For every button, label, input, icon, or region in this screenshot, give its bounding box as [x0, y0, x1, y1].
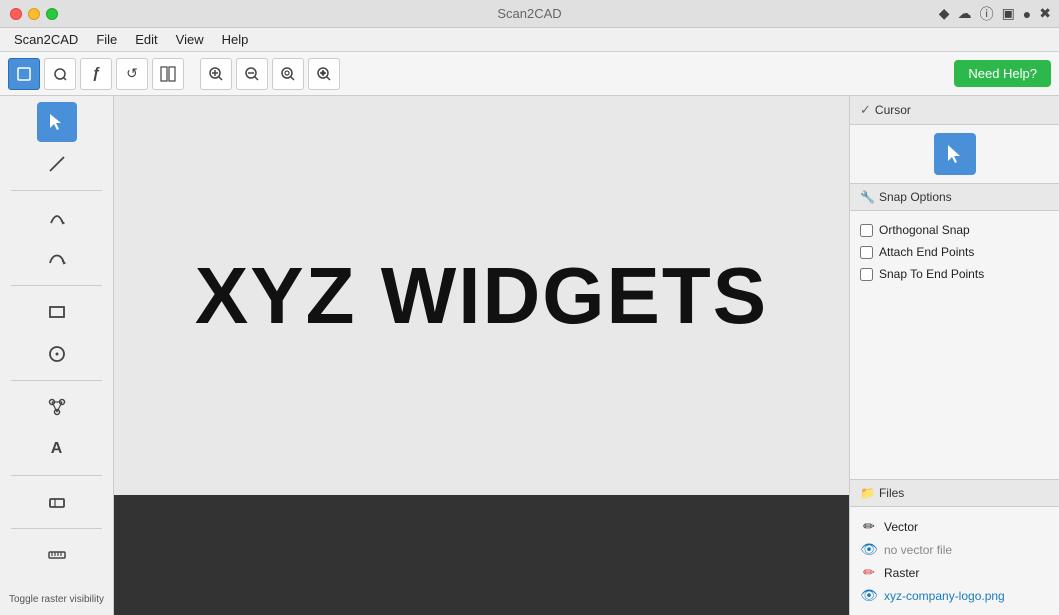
right-panel: ✓ Cursor 🔧 Snap Options Orthogonal Snap …: [849, 96, 1059, 615]
orthogonal-snap-checkbox[interactable]: [860, 224, 873, 237]
maximize-button[interactable]: [46, 8, 58, 20]
screen-icon[interactable]: ▣: [1002, 5, 1015, 22]
snap-to-end-points-checkbox[interactable]: [860, 268, 873, 281]
vector-label: Vector: [884, 520, 918, 534]
cursor-header-label: Cursor: [875, 103, 911, 117]
cursor-checkmark-icon: ✓: [860, 102, 871, 118]
tool-lasso[interactable]: [44, 58, 76, 90]
cursor-section-header: ✓ Cursor: [850, 96, 1059, 125]
sidebar-divider-5: [11, 528, 101, 529]
snap-icon: 🔧: [860, 190, 875, 204]
snap-header-label: Snap Options: [879, 190, 952, 204]
cloud-icon[interactable]: ☁: [958, 5, 972, 22]
canvas-area[interactable]: XYZ WIDGETS: [114, 96, 849, 615]
canvas-raster-area: [114, 495, 849, 615]
toggle-raster-label[interactable]: Toggle raster visibility: [5, 590, 108, 609]
menu-help[interactable]: Help: [214, 30, 257, 49]
no-vector-row: 👁 no vector file: [860, 538, 1049, 561]
formula-icon: ƒ: [92, 65, 100, 82]
toolbar: ƒ ↺ Need Help?: [0, 52, 1059, 96]
raster-row: ✏ Raster: [860, 561, 1049, 584]
panel-spacer: [850, 293, 1059, 479]
snap-options-section: Orthogonal Snap Attach End Points Snap T…: [850, 211, 1059, 293]
snap-to-end-points-option[interactable]: Snap To End Points: [860, 263, 1049, 285]
raster-filename: xyz-company-logo.png: [884, 589, 1005, 603]
files-section-header: 📁 Files: [850, 479, 1059, 507]
tool-line[interactable]: [37, 144, 77, 184]
split-button[interactable]: [152, 58, 184, 90]
zoom-out-button[interactable]: [236, 58, 268, 90]
tool-circle[interactable]: [37, 334, 77, 374]
orthogonal-snap-label: Orthogonal Snap: [879, 223, 970, 237]
tool-select[interactable]: [37, 102, 77, 142]
left-sidebar: A Toggle raster visibility: [0, 96, 114, 615]
tool-erase[interactable]: [37, 482, 77, 522]
clock-icon[interactable]: ●: [1023, 6, 1031, 22]
main-area: A Toggle raster visibility XYZ WIDGETS ✓…: [0, 96, 1059, 615]
tool-node[interactable]: [37, 387, 77, 427]
menubar: Scan2CAD File Edit View Help: [0, 28, 1059, 52]
text-tool-icon: A: [51, 440, 63, 458]
vector-eye-icon: 👁: [860, 541, 878, 558]
canvas-text: XYZ WIDGETS: [195, 250, 768, 342]
zoom-in-button[interactable]: [200, 58, 232, 90]
tool-text[interactable]: A: [37, 429, 77, 469]
attach-end-points-option[interactable]: Attach End Points: [860, 241, 1049, 263]
raster-label: Raster: [884, 566, 919, 580]
rotate-icon: ↺: [126, 65, 138, 82]
cursor-tool-button[interactable]: [934, 133, 976, 175]
tool-ruler[interactable]: [37, 535, 77, 575]
need-help-button[interactable]: Need Help?: [954, 60, 1051, 87]
sidebar-divider-4: [11, 475, 101, 476]
no-vector-label: no vector file: [884, 543, 952, 557]
info-icon[interactable]: ⓘ: [980, 4, 994, 24]
attach-end-points-label: Attach End Points: [879, 245, 974, 259]
raster-eye-icon: 👁: [860, 587, 878, 604]
sidebar-divider-3: [11, 380, 101, 381]
vector-row: ✏ Vector: [860, 515, 1049, 538]
canvas-content: XYZ WIDGETS: [114, 96, 849, 495]
orthogonal-snap-option[interactable]: Orthogonal Snap: [860, 219, 1049, 241]
window-controls: [10, 8, 58, 20]
menu-file[interactable]: File: [88, 30, 125, 49]
menu-scan2cad[interactable]: Scan2CAD: [6, 30, 86, 49]
files-icon: 📁: [860, 486, 875, 500]
files-header-label: Files: [879, 486, 904, 500]
zoom-fit-button[interactable]: [272, 58, 304, 90]
files-section: ✏ Vector 👁 no vector file ✏ Raster 👁 xyz…: [850, 507, 1059, 615]
tool-arc[interactable]: [37, 197, 77, 237]
bluetooth-icon[interactable]: ✖: [1039, 5, 1051, 22]
rotate-button[interactable]: ↺: [116, 58, 148, 90]
titlebar: Scan2CAD ◆ ☁ ⓘ ▣ ● ✖: [0, 0, 1059, 28]
tool-select-toggle[interactable]: [8, 58, 40, 90]
tool-rect[interactable]: [37, 292, 77, 332]
sidebar-divider-1: [11, 190, 101, 191]
cursor-section: [850, 125, 1059, 183]
close-button[interactable]: [10, 8, 22, 20]
menu-view[interactable]: View: [168, 30, 212, 49]
dropbox-icon[interactable]: ◆: [939, 5, 950, 22]
raster-pen-icon: ✏: [860, 564, 878, 581]
menu-edit[interactable]: Edit: [127, 30, 165, 49]
minimize-button[interactable]: [28, 8, 40, 20]
attach-end-points-checkbox[interactable]: [860, 246, 873, 259]
snap-options-header: 🔧 Snap Options: [850, 183, 1059, 211]
raster-file-row: 👁 xyz-company-logo.png: [860, 584, 1049, 607]
window-title: Scan2CAD: [497, 6, 561, 21]
sidebar-divider-2: [11, 285, 101, 286]
snap-to-end-points-label: Snap To End Points: [879, 267, 984, 281]
formula-button[interactable]: ƒ: [80, 58, 112, 90]
zoom-extents-button[interactable]: [308, 58, 340, 90]
tool-curve[interactable]: [37, 239, 77, 279]
vector-pen-icon: ✏: [860, 518, 878, 535]
